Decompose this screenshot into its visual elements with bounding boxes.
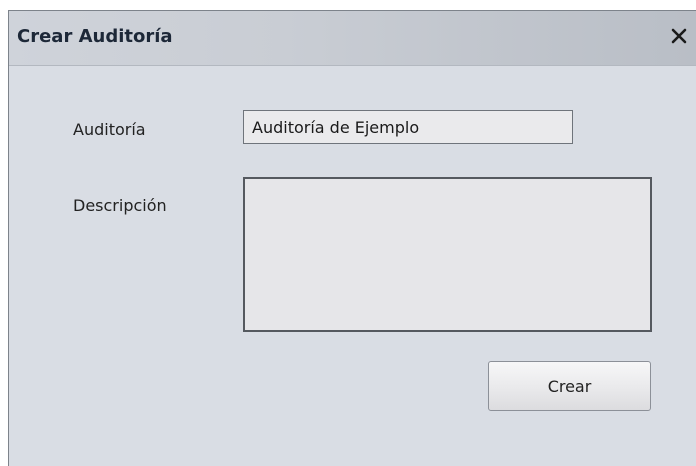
close-icon bbox=[671, 28, 687, 44]
descripcion-label: Descripción bbox=[73, 196, 167, 215]
close-button[interactable] bbox=[665, 22, 693, 50]
dialog-title: Crear Auditoría bbox=[17, 26, 173, 47]
descripcion-textarea[interactable] bbox=[243, 177, 652, 332]
auditoria-label: Auditoría bbox=[73, 120, 146, 139]
auditoria-input[interactable] bbox=[243, 110, 573, 144]
title-bar[interactable]: Crear Auditoría bbox=[9, 11, 696, 66]
crear-button[interactable]: Crear bbox=[488, 361, 651, 411]
crear-auditoria-dialog: Crear Auditoría Auditoría Descripción Cr… bbox=[8, 10, 696, 466]
